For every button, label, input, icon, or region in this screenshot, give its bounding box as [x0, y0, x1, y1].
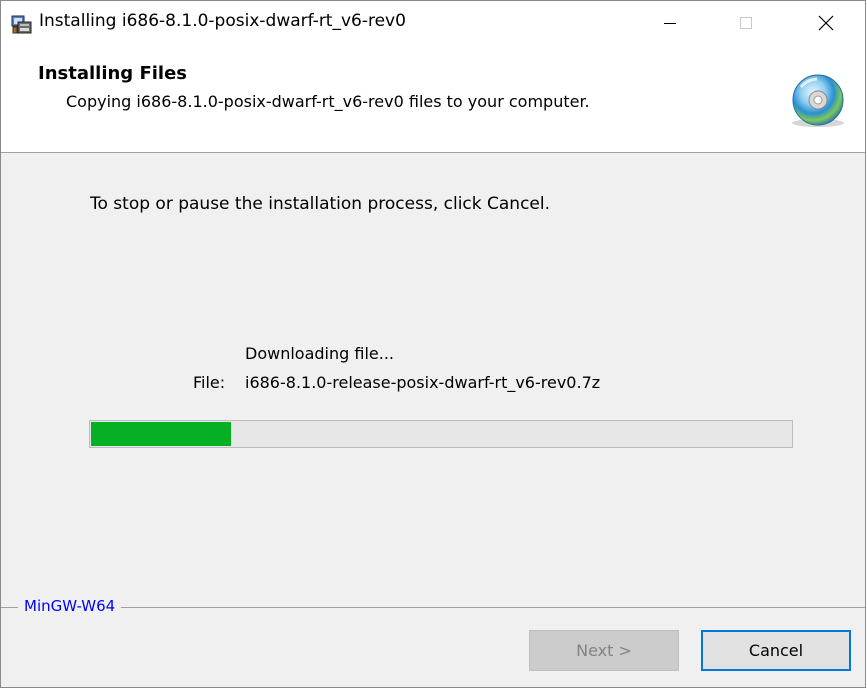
brand-label: MinGW-W64: [18, 597, 122, 615]
maximize-icon: [740, 17, 752, 29]
close-icon: [818, 15, 834, 31]
title-bar[interactable]: Installing i686-8.1.0-posix-dwarf-rt_v6-…: [1, 1, 865, 45]
next-button[interactable]: Next >: [529, 630, 679, 671]
window-title: Installing i686-8.1.0-posix-dwarf-rt_v6-…: [39, 11, 406, 31]
header-panel: Installing Files Copying i686-8.1.0-posi…: [1, 45, 865, 153]
brand-divider: [1, 607, 865, 608]
maximize-button[interactable]: [711, 1, 781, 45]
cancel-button[interactable]: Cancel: [701, 630, 851, 671]
cd-icon: [792, 74, 844, 127]
download-status: Downloading file...: [245, 344, 394, 363]
minimize-icon: [664, 23, 676, 24]
progress-fill: [91, 422, 231, 446]
page-title: Installing Files: [38, 63, 188, 84]
minimize-button[interactable]: [635, 1, 705, 45]
instruction-text: To stop or pause the installation proces…: [90, 194, 551, 214]
close-button[interactable]: [791, 1, 861, 45]
file-label: File:: [193, 373, 226, 392]
installer-icon: [11, 15, 32, 34]
progress-bar: [89, 420, 793, 448]
installer-window: Installing i686-8.1.0-posix-dwarf-rt_v6-…: [0, 0, 866, 688]
page-subtitle: Copying i686-8.1.0-posix-dwarf-rt_v6-rev…: [66, 92, 590, 111]
file-name: i686-8.1.0-release-posix-dwarf-rt_v6-rev…: [245, 373, 601, 392]
